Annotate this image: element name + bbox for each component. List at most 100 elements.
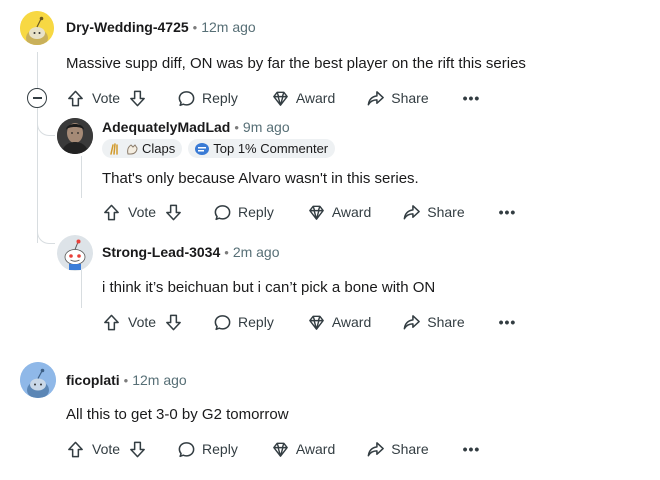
award-icon (307, 203, 326, 222)
award-label: Award (331, 204, 372, 220)
upvote-icon (102, 203, 121, 222)
reply-button[interactable]: Reply (213, 313, 274, 332)
separator-dot: • (123, 372, 129, 388)
comment-actions: Vote Reply Award Share ••• (66, 437, 480, 461)
username[interactable]: ficoplati (66, 372, 120, 388)
share-icon (402, 313, 421, 332)
more-options-button[interactable]: ••• (499, 314, 517, 330)
vote-label: Vote (128, 314, 157, 330)
reply-label: Reply (238, 204, 274, 220)
minus-icon (32, 97, 42, 99)
share-button[interactable]: Share (366, 440, 429, 459)
share-icon (366, 89, 385, 108)
upvote-button[interactable] (66, 89, 85, 108)
timestamp[interactable]: 12m ago (132, 372, 186, 388)
claps-hands-icon (127, 143, 138, 154)
avatar[interactable] (57, 235, 93, 271)
upvote-button[interactable] (66, 440, 85, 459)
downvote-icon (128, 89, 147, 108)
upvote-icon (102, 313, 121, 332)
snoo-avatar-icon (57, 235, 93, 271)
share-label: Share (391, 90, 429, 106)
collapse-thread-button[interactable] (27, 88, 47, 108)
thread-line (81, 270, 82, 308)
username[interactable]: Dry-Wedding-4725 (66, 19, 189, 35)
badge-label: Claps (142, 141, 176, 156)
thread-line (37, 52, 38, 88)
award-label: Award (331, 314, 372, 330)
comment-body: All this to get 3-0 by G2 tomorrow (66, 406, 289, 423)
award-label: Award (295, 90, 336, 106)
comment-actions: Vote Reply Award Share ••• (102, 310, 516, 334)
reply-icon (177, 89, 196, 108)
separator-dot: • (224, 244, 229, 260)
thread-line (81, 156, 82, 198)
upvote-icon (66, 440, 85, 459)
avatar[interactable] (20, 11, 54, 45)
timestamp[interactable]: 12m ago (201, 19, 255, 35)
share-icon (366, 440, 385, 459)
upvote-button[interactable] (102, 203, 121, 222)
badge-claps[interactable]: Claps (102, 139, 183, 158)
downvote-button[interactable] (128, 89, 147, 108)
timestamp[interactable]: 9m ago (243, 119, 290, 135)
comment-actions: Vote Reply Award Share ••• (66, 86, 480, 110)
reply-label: Reply (202, 441, 238, 457)
downvote-icon (164, 203, 183, 222)
username[interactable]: AdequatelyMadLad (102, 119, 230, 135)
vote-label: Vote (128, 204, 157, 220)
vote-label: Vote (92, 441, 121, 457)
avatar[interactable] (57, 118, 93, 154)
comment-body: i think it’s beichuan but i can’t pick a… (102, 279, 436, 296)
share-button[interactable]: Share (402, 313, 465, 332)
badge-label: Top 1% Commenter (213, 141, 329, 156)
share-icon (402, 203, 421, 222)
reply-icon (213, 203, 232, 222)
separator-dot: • (234, 119, 239, 135)
downvote-button[interactable] (128, 440, 147, 459)
reply-button[interactable]: Reply (177, 440, 238, 459)
award-icon (307, 313, 326, 332)
thread-branch (37, 122, 55, 136)
share-button[interactable]: Share (402, 203, 465, 222)
user-badges: Claps Top 1% Commenter (102, 139, 341, 158)
downvote-button[interactable] (164, 203, 183, 222)
more-options-button[interactable]: ••• (463, 90, 481, 106)
award-button[interactable]: Award (307, 313, 371, 332)
thread-branch (37, 230, 55, 244)
more-options-button[interactable]: ••• (463, 441, 481, 457)
separator-dot: • (192, 19, 198, 35)
award-icon (271, 89, 290, 108)
user-photo-icon (57, 118, 93, 154)
reply-icon (213, 313, 232, 332)
snoo-avatar-icon (20, 11, 54, 45)
reply-label: Reply (238, 314, 274, 330)
reply-button[interactable]: Reply (213, 203, 274, 222)
upvote-button[interactable] (102, 313, 121, 332)
vote-label: Vote (92, 90, 121, 106)
share-label: Share (391, 441, 429, 457)
comment-body: That's only because Alvaro wasn't in thi… (102, 170, 419, 187)
downvote-button[interactable] (164, 313, 183, 332)
downvote-icon (128, 440, 147, 459)
snoo-avatar-icon (20, 362, 56, 398)
claps-icon (110, 142, 118, 155)
award-button[interactable]: Award (271, 440, 335, 459)
award-label: Award (295, 441, 336, 457)
avatar[interactable] (20, 362, 56, 398)
award-button[interactable]: Award (307, 203, 371, 222)
username[interactable]: Strong-Lead-3034 (102, 244, 220, 260)
reply-button[interactable]: Reply (177, 89, 238, 108)
comment-actions: Vote Reply Award Share ••• (102, 200, 516, 224)
share-button[interactable]: Share (366, 89, 429, 108)
reply-label: Reply (202, 90, 238, 106)
share-label: Share (427, 314, 465, 330)
commenter-icon (195, 142, 210, 155)
reply-icon (177, 440, 196, 459)
badge-top-commenter[interactable]: Top 1% Commenter (188, 139, 336, 158)
share-label: Share (427, 204, 465, 220)
more-options-button[interactable]: ••• (499, 204, 517, 220)
downvote-icon (164, 313, 183, 332)
timestamp[interactable]: 2m ago (233, 244, 280, 260)
award-button[interactable]: Award (271, 89, 335, 108)
